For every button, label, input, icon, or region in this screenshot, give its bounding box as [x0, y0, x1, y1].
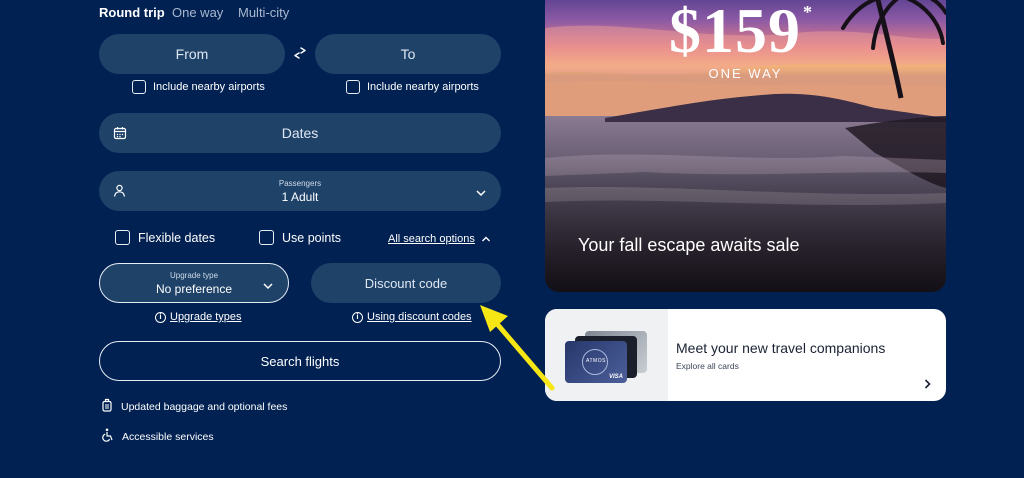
chevron-right-icon[interactable]	[923, 377, 932, 395]
passengers-value: 1 Adult	[281, 189, 319, 204]
calendar-icon	[113, 126, 127, 143]
tab-multi-city[interactable]: Multi-city	[238, 5, 289, 20]
card-promo-title: Meet your new travel companions	[676, 340, 886, 356]
passengers-select[interactable]: Passengers 1 Adult	[99, 171, 501, 211]
passengers-label: Passengers	[278, 178, 322, 188]
swap-icon[interactable]	[292, 45, 308, 61]
all-search-options-link[interactable]: All search options	[388, 230, 491, 248]
search-flights-button[interactable]: Search flights	[99, 341, 501, 381]
promo-tagline: Your fall escape awaits sale	[578, 235, 800, 255]
nearby-airports-to[interactable]: Include nearby airports	[346, 80, 479, 94]
info-icon: i	[155, 311, 166, 323]
to-placeholder: To	[400, 46, 416, 62]
baggage-fees-link[interactable]: Updated baggage and optional fees	[101, 398, 287, 415]
info-icon: i	[352, 311, 363, 323]
all-search-options-label: All search options	[388, 233, 475, 245]
baggage-fees-label: Updated baggage and optional fees	[121, 400, 288, 413]
flexible-dates-checkbox[interactable]	[115, 230, 130, 245]
tab-one-way[interactable]: One way	[172, 5, 223, 20]
luggage-icon	[101, 398, 113, 415]
discount-codes-help-label: Using discount codes	[367, 311, 472, 323]
chevron-down-icon	[475, 185, 487, 201]
accessible-services-link[interactable]: Accessible services	[101, 428, 214, 445]
promo-trip-type: ONE WAY	[708, 66, 783, 81]
nearby-to-checkbox[interactable]	[346, 80, 360, 94]
upgrade-types-help-link[interactable]: i Upgrade types	[155, 311, 242, 323]
nearby-from-checkbox[interactable]	[132, 80, 146, 94]
nearby-airports-from[interactable]: Include nearby airports	[132, 80, 265, 94]
promo-price: $159 *	[669, 0, 813, 66]
from-field[interactable]: From	[99, 34, 285, 74]
visa-logo: VISA	[608, 374, 623, 380]
discount-code-placeholder: Discount code	[364, 275, 448, 291]
chevron-down-icon	[262, 278, 274, 294]
use-points-option[interactable]: Use points	[259, 230, 341, 245]
card-brand: ATMOS	[586, 358, 606, 364]
flexible-dates-label: Flexible dates	[138, 230, 216, 245]
dates-field[interactable]: Dates	[99, 113, 501, 153]
dates-placeholder: Dates	[281, 125, 319, 141]
credit-card-promo[interactable]: ATMOS VISA Meet your new travel companio…	[545, 309, 946, 401]
use-points-label: Use points	[282, 230, 342, 245]
nearby-to-label: Include nearby airports	[367, 81, 479, 93]
from-placeholder: From	[175, 46, 209, 62]
upgrade-type-select[interactable]: Upgrade type No preference	[99, 263, 289, 303]
to-field[interactable]: To	[315, 34, 501, 74]
person-icon	[113, 184, 126, 201]
upgrade-types-help-label: Upgrade types	[170, 311, 242, 323]
upgrade-type-label: Upgrade type	[169, 270, 219, 280]
discount-codes-help-link[interactable]: i Using discount codes	[352, 311, 472, 323]
chevron-up-icon	[481, 230, 491, 248]
search-flights-label: Search flights	[260, 353, 340, 369]
tab-round-trip[interactable]: Round trip	[99, 5, 165, 20]
flexible-dates-option[interactable]: Flexible dates	[115, 230, 215, 245]
accessibility-icon	[101, 428, 114, 445]
use-points-checkbox[interactable]	[259, 230, 274, 245]
accessible-services-label: Accessible services	[122, 430, 214, 443]
upgrade-type-value: No preference	[155, 281, 233, 296]
atmos-card: ATMOS VISA	[565, 341, 627, 383]
nearby-from-label: Include nearby airports	[153, 81, 265, 93]
card-promo-subtitle[interactable]: Explore all cards	[676, 361, 739, 371]
promo-hero-banner[interactable]: $159 * ONE WAY Your fall escape awaits sa…	[545, 0, 946, 292]
discount-code-field[interactable]: Discount code	[311, 263, 501, 303]
annotation-arrow	[480, 305, 555, 391]
